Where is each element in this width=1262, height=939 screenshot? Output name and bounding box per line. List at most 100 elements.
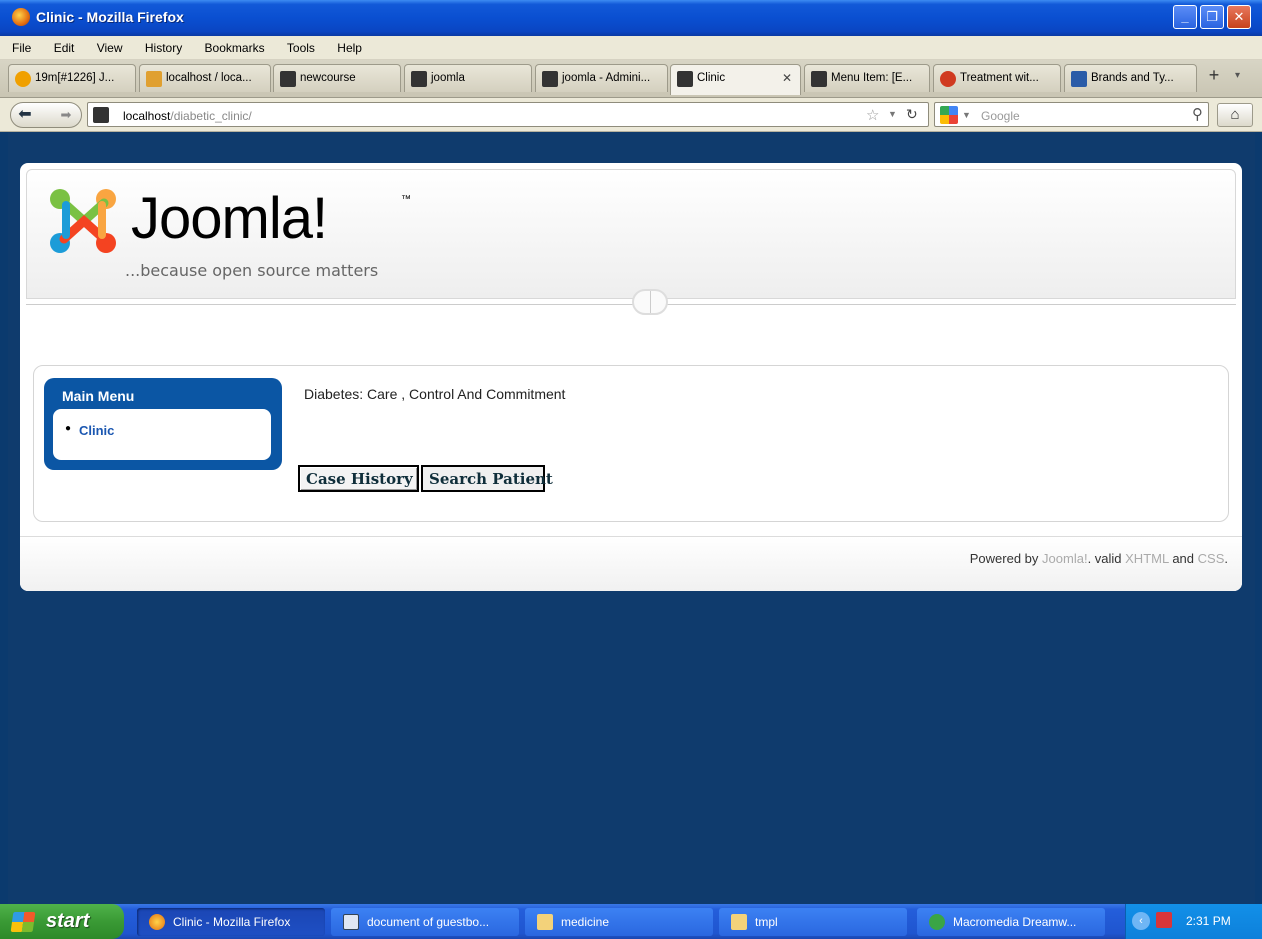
tab-menu-item[interactable]: Menu Item: [E... — [804, 64, 930, 92]
search-icon[interactable]: ⚲ — [1192, 105, 1203, 123]
main-menu-title: Main Menu — [62, 388, 135, 404]
folder-icon — [537, 914, 553, 930]
google-icon[interactable] — [940, 106, 958, 124]
search-bar[interactable]: ▼ Google ⚲ — [934, 102, 1209, 127]
menu-tools[interactable]: Tools — [275, 36, 322, 55]
footer-prefix: Powered by — [969, 551, 1043, 566]
heart-icon — [940, 71, 956, 87]
site-footer: Powered by Joomla!. valid XHTML and CSS. — [20, 537, 1242, 591]
back-button[interactable]: ⬅ — [13, 104, 37, 126]
tab-clinic[interactable]: Clinic ✕ — [670, 64, 801, 95]
footer-css-link[interactable]: CSS — [1198, 551, 1225, 566]
header-divider — [26, 304, 1236, 305]
webmd-icon — [1071, 71, 1087, 87]
tab-close-icon[interactable]: ✕ — [782, 71, 792, 85]
clock-icon — [15, 71, 31, 87]
windows-logo-icon — [10, 912, 36, 932]
site-header: Joomla! ™ ...because open source matters — [26, 169, 1236, 299]
firefox-icon — [12, 8, 30, 26]
divider-handle-icon — [632, 289, 668, 315]
task-label: tmpl — [755, 915, 778, 929]
start-button[interactable]: start — [0, 904, 124, 939]
search-placeholder: Google — [981, 109, 1020, 123]
url-text[interactable]: localhost/diabetic_clinic/ — [123, 109, 252, 123]
tab-19m[interactable]: 19m[#1226] J... — [8, 64, 136, 92]
tray-app-icon[interactable] — [1156, 912, 1172, 928]
task-medicine-folder[interactable]: medicine — [525, 908, 713, 936]
home-button[interactable]: ⌂ — [1217, 103, 1253, 127]
case-history-button[interactable]: Case History — [298, 465, 419, 492]
forward-button[interactable]: ➡ — [55, 104, 77, 126]
url-dropdown-icon[interactable]: ▼ — [888, 109, 897, 119]
footer-joomla-link[interactable]: Joomla! — [1042, 551, 1088, 566]
url-host: localhost — [123, 109, 171, 123]
logo-wordmark: Joomla! — [131, 186, 328, 251]
joomla-icon — [542, 71, 558, 87]
joomla-icon — [280, 71, 296, 87]
task-tmpl-folder[interactable]: tmpl — [719, 908, 907, 936]
back-forward-group: ⬅ ➡ — [10, 102, 82, 128]
joomla-icon — [811, 71, 827, 87]
task-dreamweaver[interactable]: Macromedia Dreamw... — [917, 908, 1105, 936]
footer-mid: . valid — [1087, 551, 1126, 566]
bookmark-star-icon[interactable]: ☆ — [866, 106, 879, 124]
task-document[interactable]: document of guestbo... — [331, 908, 519, 936]
menu-link-clinic[interactable]: Clinic — [79, 423, 114, 438]
footer-suffix: . — [1224, 551, 1228, 566]
footer-and: and — [1168, 551, 1198, 566]
joomla-site-icon — [93, 107, 109, 123]
tab-label: 19m[#1226] J... — [35, 72, 115, 84]
task-label: Clinic - Mozilla Firefox — [173, 915, 291, 929]
tab-treatment[interactable]: Treatment wit... — [933, 64, 1061, 92]
reload-icon[interactable]: ↻ — [906, 106, 918, 123]
tab-list-icon[interactable]: ▾ — [1235, 70, 1240, 81]
url-path: /diabetic_clinic/ — [170, 109, 252, 123]
system-tray: ‹ 2:31 PM — [1125, 904, 1262, 939]
menu-edit[interactable]: Edit — [42, 36, 82, 55]
task-label: document of guestbo... — [367, 915, 490, 929]
search-patient-button[interactable]: Search Patient — [421, 465, 553, 492]
footer-text: Powered by Joomla!. valid XHTML and CSS. — [970, 551, 1228, 566]
phpmyadmin-icon — [146, 71, 162, 87]
menu-file[interactable]: File — [0, 36, 38, 55]
menu-view[interactable]: View — [85, 36, 130, 55]
new-tab-button[interactable]: + — [1203, 65, 1225, 89]
menubar: File Edit View History Bookmarks Tools H… — [0, 36, 1262, 60]
tab-webmd[interactable]: Brands and Ty... — [1064, 64, 1197, 92]
task-label: medicine — [561, 915, 610, 929]
page-viewport: Joomla! ™ ...because open source matters… — [8, 132, 1255, 904]
tab-phpmyadmin[interactable]: localhost / loca... — [139, 64, 271, 92]
bullet-icon: ● — [65, 423, 72, 434]
tab-label: localhost / loca... — [166, 72, 252, 84]
url-bar[interactable]: localhost/diabetic_clinic/ ☆ ▼ ↻ — [87, 102, 929, 127]
menu-bookmarks[interactable]: Bookmarks — [193, 36, 272, 55]
close-button[interactable]: ✕ — [1227, 5, 1251, 29]
minimize-button[interactable]: _ — [1173, 5, 1197, 29]
firefox-icon — [149, 914, 165, 930]
main-menu-list: ● Clinic — [53, 409, 271, 460]
footer-xhtml-link[interactable]: XHTML — [1125, 551, 1169, 566]
window-titlebar: Clinic - Mozilla Firefox _ ❐ ✕ — [0, 0, 1262, 36]
dreamweaver-icon — [929, 914, 945, 930]
tab-newcourse[interactable]: newcourse — [273, 64, 401, 92]
joomla-logo-icon — [50, 189, 116, 253]
menu-history[interactable]: History — [133, 36, 189, 55]
start-label: start — [46, 910, 90, 932]
tab-bar: 19m[#1226] J... localhost / loca... newc… — [0, 60, 1262, 98]
tray-expand-icon[interactable]: ‹ — [1132, 912, 1150, 930]
joomla-icon — [411, 71, 427, 87]
tab-label: joomla - Admini... — [562, 72, 651, 84]
tab-joomla-admin[interactable]: joomla - Admini... — [535, 64, 668, 92]
windows-taskbar: start Clinic - Mozilla Firefox document … — [0, 904, 1262, 939]
word-document-icon — [343, 914, 359, 930]
task-firefox[interactable]: Clinic - Mozilla Firefox — [137, 908, 325, 936]
search-engine-dropdown-icon[interactable]: ▼ — [962, 110, 971, 120]
site-slogan: ...because open source matters — [125, 261, 379, 280]
tab-label: joomla — [431, 72, 465, 84]
tab-joomla[interactable]: joomla — [404, 64, 532, 92]
tab-label: Brands and Ty... — [1091, 72, 1174, 84]
intro-text: Diabetes: Care , Control And Commitment — [304, 386, 566, 402]
menu-help[interactable]: Help — [325, 36, 369, 55]
site-container: Joomla! ™ ...because open source matters… — [20, 163, 1242, 591]
maximize-button[interactable]: ❐ — [1200, 5, 1224, 29]
